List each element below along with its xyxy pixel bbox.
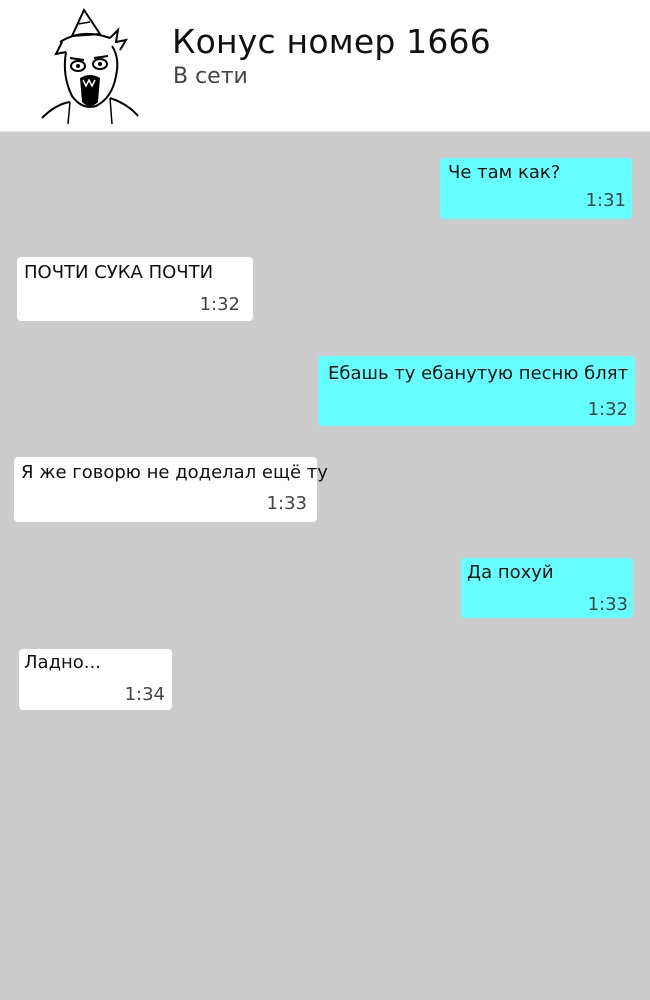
message-text: Я же говорю не доделал ещё ту: [21, 462, 328, 483]
contact-status: В сети: [173, 64, 248, 89]
message-bubble-outgoing[interactable]: Че там как? 1:31: [440, 158, 632, 219]
message-text: Че там как?: [448, 162, 561, 183]
message-text: Да похуй: [467, 562, 554, 583]
message-bubble-outgoing[interactable]: Да похуй 1:33: [461, 558, 633, 618]
message-text: Ладно...: [24, 652, 101, 673]
cone-meme-face-icon[interactable]: [38, 6, 142, 126]
message-time: 1:32: [587, 399, 628, 420]
message-list[interactable]: Че там как? 1:31 ПОЧТИ СУКА ПОЧТИ 1:32 Е…: [0, 132, 650, 1000]
message-text: Ебашь ту ебанутую песню блят: [328, 363, 629, 384]
chat-header: Конус номер 1666 В сети: [0, 0, 650, 132]
message-time: 1:31: [585, 190, 626, 211]
contact-name: Конус номер 1666: [172, 22, 491, 61]
message-time: 1:32: [199, 294, 240, 315]
message-bubble-incoming[interactable]: ПОЧТИ СУКА ПОЧТИ 1:32: [17, 257, 253, 321]
message-bubble-outgoing[interactable]: Ебашь ту ебанутую песню блят 1:32: [318, 356, 635, 426]
message-text: ПОЧТИ СУКА ПОЧТИ: [24, 262, 214, 283]
message-time: 1:34: [124, 684, 165, 705]
message-bubble-incoming[interactable]: Я же говорю не доделал ещё ту 1:33: [14, 457, 328, 522]
message-bubble-incoming[interactable]: Ладно... 1:34: [19, 649, 172, 710]
message-time: 1:33: [266, 493, 307, 514]
message-time: 1:33: [587, 594, 628, 615]
